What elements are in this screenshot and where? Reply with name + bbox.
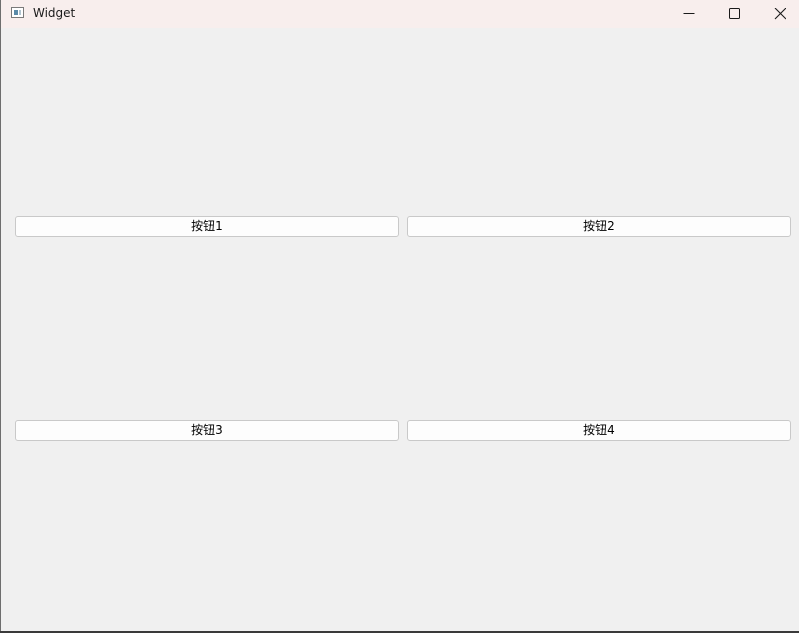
window-title: Widget	[33, 6, 76, 20]
close-icon	[774, 8, 786, 20]
button-1[interactable]: 按钮1	[15, 216, 399, 237]
button-3[interactable]: 按钮3	[15, 420, 399, 441]
minimize-icon	[683, 13, 695, 14]
close-button[interactable]	[757, 0, 799, 28]
maximize-button[interactable]	[711, 0, 757, 28]
title-bar[interactable]: Widget	[1, 0, 799, 28]
app-window-icon	[11, 7, 24, 18]
button-4[interactable]: 按钮4	[407, 420, 791, 441]
button-2[interactable]: 按钮2	[407, 216, 791, 237]
app-window: Widget 按钮1 按钮2 按钮3 按钮4	[0, 0, 799, 632]
maximize-icon	[729, 8, 740, 19]
widget-client-area: 按钮1 按钮2 按钮3 按钮4	[1, 28, 799, 632]
minimize-button[interactable]	[666, 0, 712, 28]
